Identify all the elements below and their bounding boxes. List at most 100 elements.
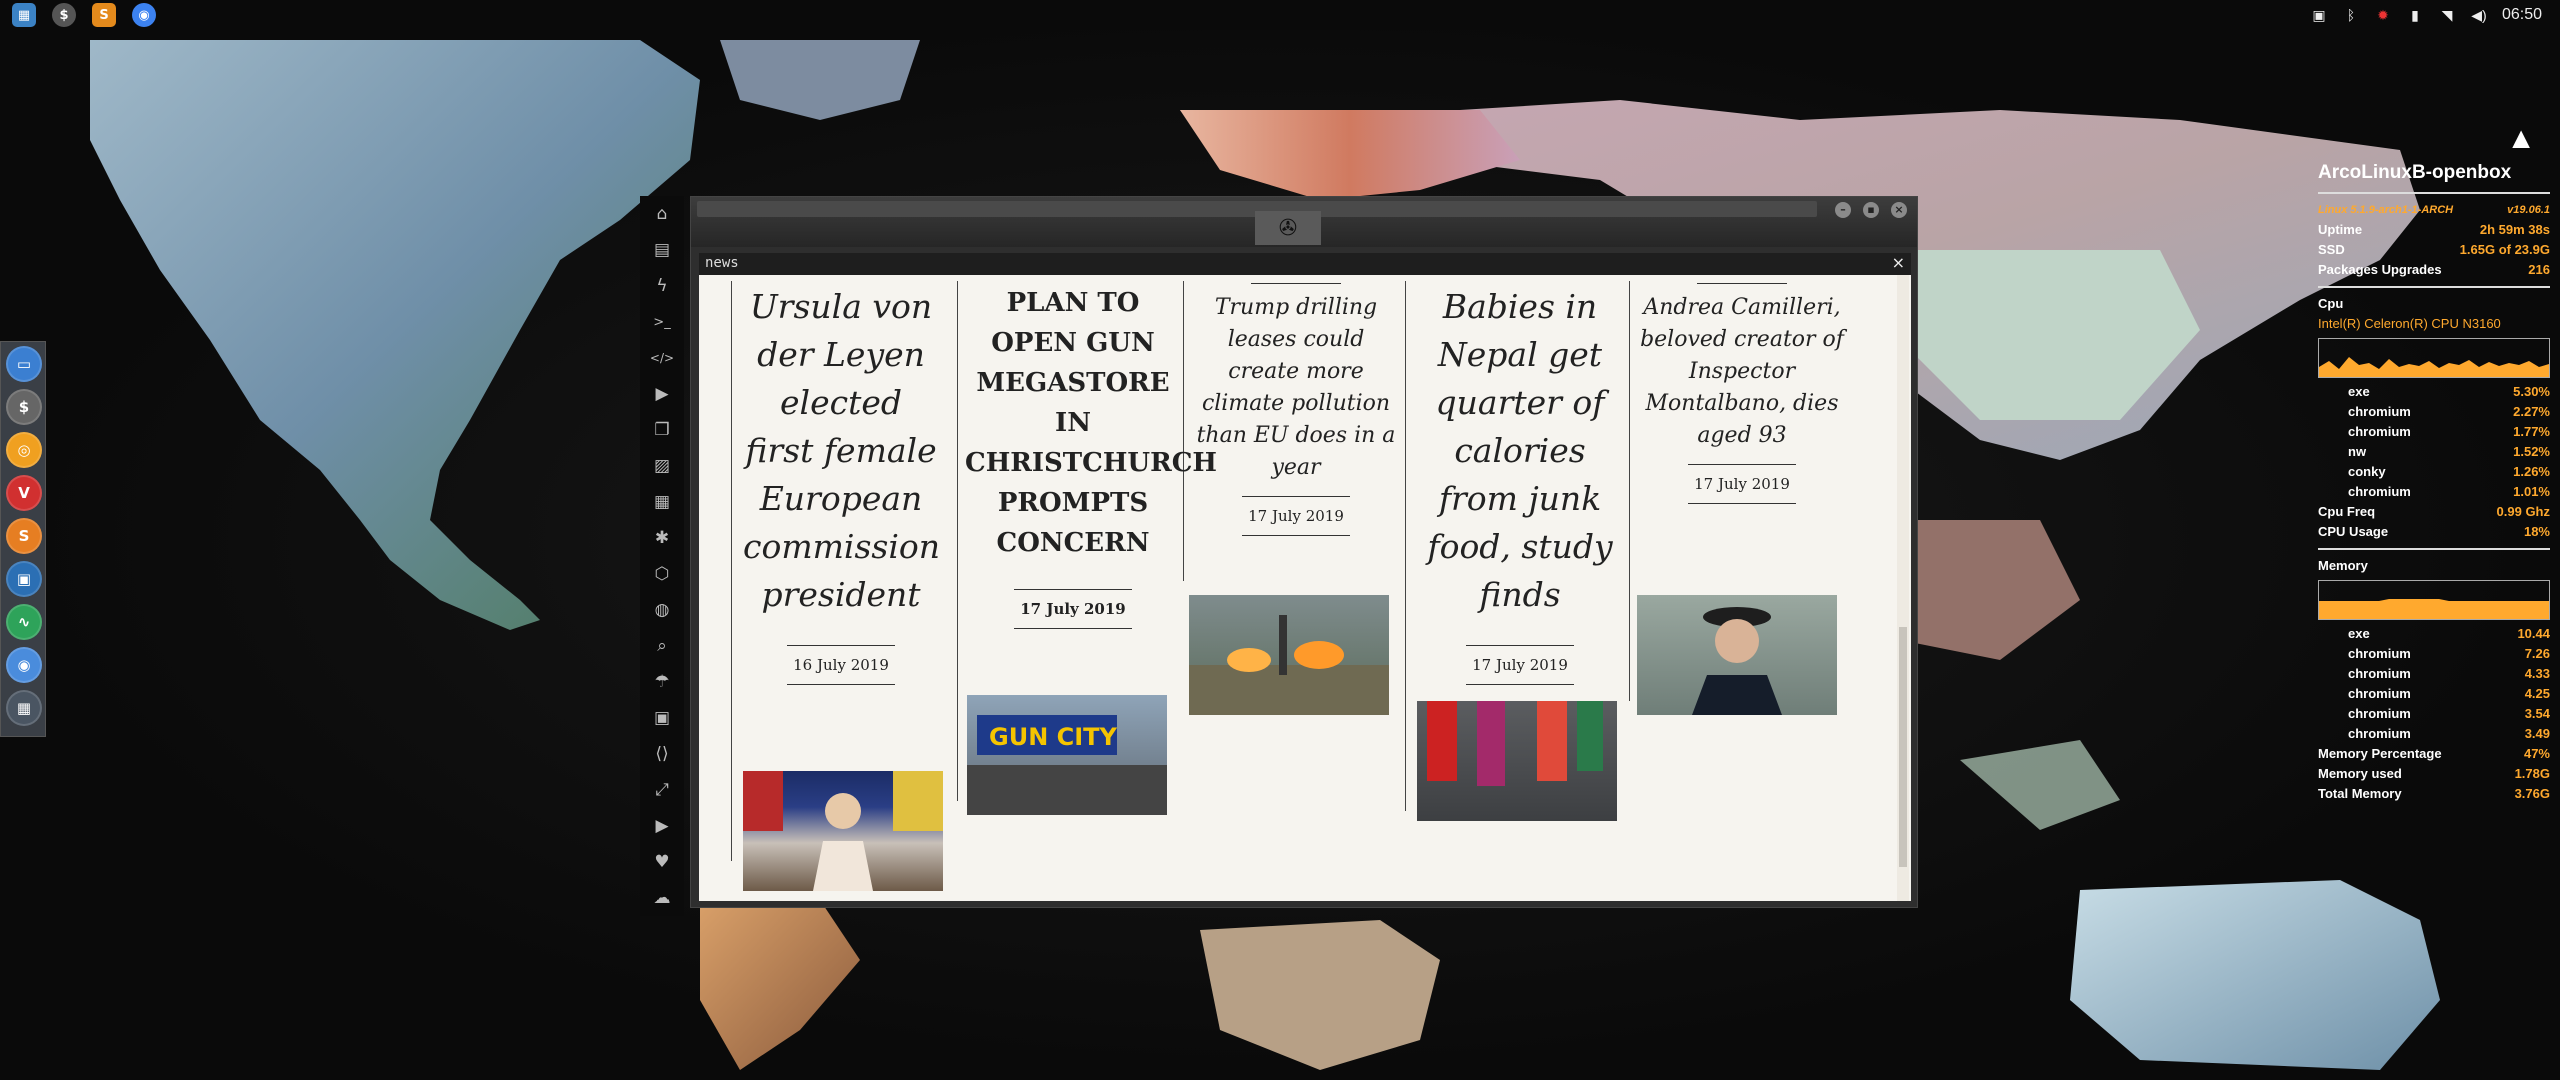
- article-image[interactable]: [1189, 595, 1389, 715]
- newspaper-icon[interactable]: ▦: [640, 484, 684, 520]
- mem-total-label: Total Memory: [2318, 786, 2402, 801]
- dock-screenshot-icon[interactable]: ▣: [6, 561, 42, 597]
- cpu-proc-value: 1.26%: [2513, 464, 2550, 479]
- mem-proc-value: 3.49: [2524, 726, 2550, 741]
- volume-icon[interactable]: ◀): [2470, 6, 2488, 24]
- cpu-freq-label: Cpu Freq: [2318, 504, 2376, 519]
- article-card[interactable]: Ursula von der Leyen elected first femal…: [743, 283, 940, 685]
- globe-icon[interactable]: ◍: [640, 592, 684, 628]
- code-icon[interactable]: </>: [640, 340, 684, 376]
- maximize-button[interactable]: ▪: [1863, 202, 1879, 218]
- contact-icon[interactable]: ▣: [640, 700, 684, 736]
- hexagon-icon[interactable]: ⬡: [640, 556, 684, 592]
- mem-proc-value: 7.26: [2524, 646, 2550, 661]
- memory-label: Memory: [2318, 558, 2368, 573]
- memory-graph-chart: [2319, 599, 2549, 619]
- dock-sublime-icon[interactable]: S: [6, 518, 42, 554]
- left-dock: ▭ $ ◎ V S ▣ ∿ ◉ ▦: [0, 341, 46, 737]
- screenshot-icon[interactable]: ▣: [2310, 6, 2328, 24]
- cpu-proc-name: chromium: [2348, 404, 2411, 419]
- image-icon[interactable]: ▨: [640, 448, 684, 484]
- terminal-icon[interactable]: >_: [640, 304, 684, 340]
- mem-used-label: Memory used: [2318, 766, 2402, 781]
- chromium-icon[interactable]: ◉: [132, 3, 156, 27]
- search-icon[interactable]: ⌕: [640, 628, 684, 664]
- bluetooth-icon[interactable]: ᛒ: [2342, 6, 2360, 24]
- uptime-label: Uptime: [2318, 222, 2363, 237]
- column-divider: [731, 281, 732, 861]
- article-date: 17 July 2019: [1466, 645, 1574, 685]
- ssd-value: 1.65G of 23.9G: [2459, 242, 2550, 257]
- document-icon[interactable]: ▤: [640, 232, 684, 268]
- mem-proc-name: chromium: [2348, 706, 2411, 721]
- dock-monitor-icon[interactable]: ∿: [6, 604, 42, 640]
- battery-icon[interactable]: ▮: [2406, 6, 2424, 24]
- dock-vivaldi-icon[interactable]: V: [6, 475, 42, 511]
- wifi-icon[interactable]: ◥: [2438, 6, 2456, 24]
- cpu-graph-chart: [2319, 357, 2549, 377]
- tab-news[interactable]: news: [705, 255, 739, 271]
- article-title[interactable]: Andrea Camilleri, beloved creator of Ins…: [1639, 292, 1845, 452]
- clock[interactable]: 06:50: [2502, 6, 2542, 24]
- article-image[interactable]: [743, 771, 943, 891]
- dock-ubuntu-icon[interactable]: ◎: [6, 432, 42, 468]
- article-image[interactable]: [1637, 595, 1837, 715]
- play-icon[interactable]: ▶: [640, 376, 684, 412]
- cpu-proc-name: exe: [2348, 384, 2370, 399]
- cpu-graph: [2318, 338, 2550, 378]
- scrollbar-thumb[interactable]: [1899, 627, 1907, 867]
- article-card[interactable]: Andrea Camilleri, beloved creator of Ins…: [1639, 283, 1845, 504]
- cloud-icon[interactable]: ☁: [640, 880, 684, 916]
- cpu-usage-value: 18%: [2523, 524, 2550, 539]
- column-divider: [1183, 281, 1184, 581]
- column-divider: [957, 281, 958, 801]
- cpu-proc-name: conky: [2348, 464, 2386, 479]
- cpu-model: Intel(R) Celeron(R) CPU N3160: [2318, 316, 2501, 331]
- article-card[interactable]: PLAN TO OPEN GUN MEGASTORE IN CHRISTCHUR…: [965, 283, 1217, 629]
- article-title[interactable]: Babies in Nepal get quarter of calories …: [1415, 283, 1625, 619]
- atom-icon[interactable]: ✱: [640, 520, 684, 556]
- elderly-man-photo: [1692, 607, 1782, 715]
- code-brackets-icon[interactable]: ⟨⟩: [640, 736, 684, 772]
- vertical-scrollbar[interactable]: [1897, 275, 1909, 901]
- article-card[interactable]: Trump drilling leases could create more …: [1193, 283, 1399, 536]
- mem-proc-value: 4.33: [2524, 666, 2550, 681]
- article-title[interactable]: Trump drilling leases could create more …: [1193, 292, 1399, 484]
- heart-icon[interactable]: ♥: [640, 844, 684, 880]
- home-icon[interactable]: ⌂: [640, 196, 684, 232]
- cpu-proc-value: 2.27%: [2513, 404, 2550, 419]
- hostname: ArcoLinuxB-openbox: [2318, 162, 2512, 183]
- divider: [2318, 192, 2550, 194]
- dock-file-manager-icon[interactable]: ▭: [6, 346, 42, 382]
- sublime-icon[interactable]: S: [92, 3, 116, 27]
- cpu-proc-name: nw: [2348, 444, 2367, 459]
- file-manager-icon[interactable]: ▦: [12, 3, 36, 27]
- bolt-icon[interactable]: ϟ: [640, 268, 684, 304]
- tab-close-icon[interactable]: ×: [1892, 253, 1905, 272]
- article-date: 17 July 2019: [1014, 589, 1132, 629]
- minimize-button[interactable]: –: [1835, 202, 1851, 218]
- umbrella-icon[interactable]: ☂: [640, 664, 684, 700]
- article-card[interactable]: Babies in Nepal get quarter of calories …: [1415, 283, 1625, 685]
- dock-chromium-icon[interactable]: ◉: [6, 647, 42, 683]
- mem-pct-value: 47%: [2523, 746, 2550, 761]
- cpu-proc-name: chromium: [2348, 484, 2411, 499]
- cpu-proc-value: 5.30%: [2513, 384, 2550, 399]
- expand-icon[interactable]: ⤢: [640, 772, 684, 808]
- article-date: 16 July 2019: [787, 645, 895, 685]
- memory-graph: [2318, 580, 2550, 620]
- article-image[interactable]: GUN CITY: [967, 695, 1167, 815]
- article-title[interactable]: PLAN TO OPEN GUN MEGASTORE IN CHRISTCHUR…: [965, 283, 1217, 563]
- stacer-icon[interactable]: $: [52, 3, 76, 27]
- files-icon[interactable]: ❐: [640, 412, 684, 448]
- window-titlebar[interactable]: – ▪ × ✇: [691, 197, 1917, 247]
- article-title[interactable]: Ursula von der Leyen elected first femal…: [743, 283, 940, 619]
- article-image[interactable]: [1417, 701, 1617, 821]
- dock-stacer-icon[interactable]: $: [6, 389, 42, 425]
- kernel-version: Linux 5.1.9-arch1-1-ARCH: [2318, 204, 2454, 216]
- dock-workspace-icon[interactable]: ▦: [6, 690, 42, 726]
- close-window-button[interactable]: ×: [1891, 202, 1907, 218]
- mem-proc-name: chromium: [2348, 646, 2411, 661]
- update-notifier-icon[interactable]: ✹: [2374, 6, 2392, 24]
- youtube-icon[interactable]: ▶: [640, 808, 684, 844]
